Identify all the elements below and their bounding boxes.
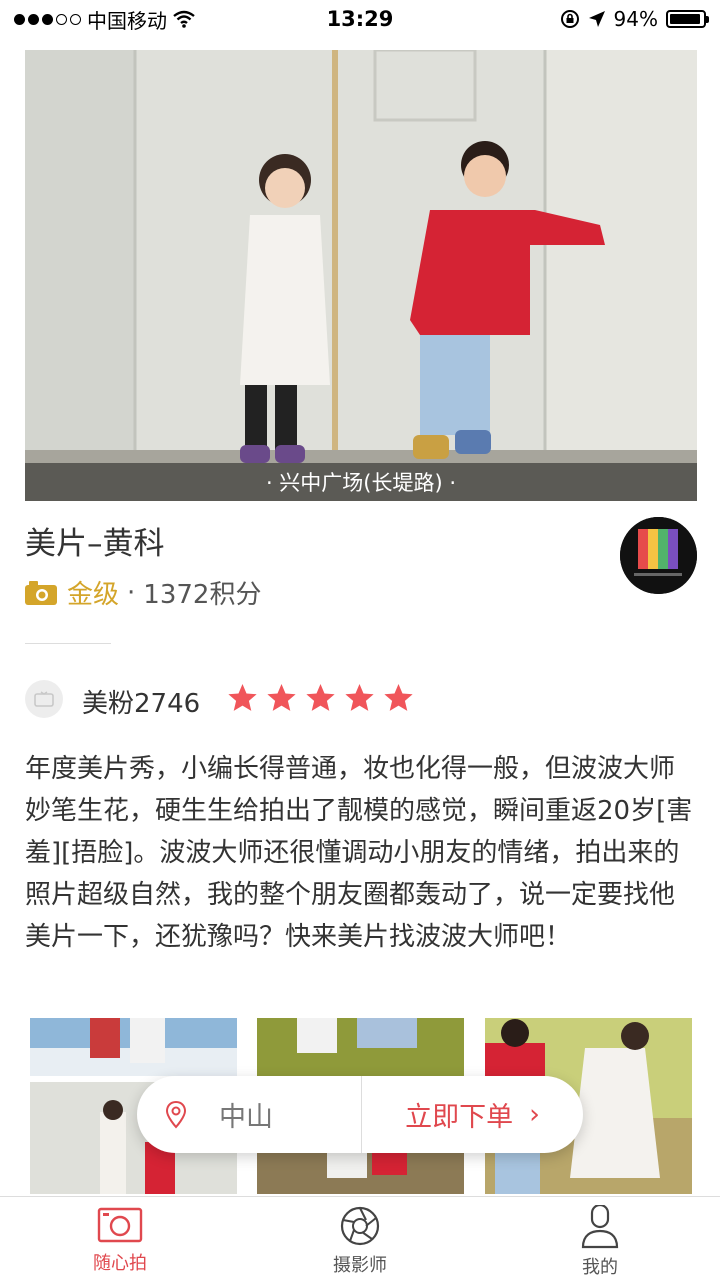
- chevron-right-icon: ›: [529, 1099, 540, 1130]
- location-arrow-icon: [588, 11, 605, 27]
- battery-fill: [670, 14, 701, 24]
- tab-label-photographer: 摄影师: [333, 1255, 387, 1276]
- star-icon: [228, 684, 257, 711]
- tab-mine[interactable]: 我的: [480, 1197, 720, 1280]
- studio-title: 美片–黄科: [25, 526, 165, 562]
- tab-suixinpai[interactable]: 随心拍: [0, 1197, 240, 1280]
- location-selector[interactable]: 中山: [137, 1076, 361, 1153]
- grid-photo-4[interactable]: [257, 1153, 464, 1194]
- city-label: 中山: [219, 1102, 273, 1133]
- level-row: 金级 · 1372积分: [25, 574, 261, 611]
- gold-camera-icon: [25, 580, 57, 605]
- rating-stars: [226, 682, 415, 714]
- location-pin-icon: [165, 1100, 187, 1128]
- tv-placeholder-icon: [34, 691, 54, 707]
- wifi-icon: [173, 10, 195, 28]
- signal-strength-icon: [14, 13, 81, 25]
- section-divider: [25, 643, 111, 644]
- reviewer-avatar[interactable]: [25, 680, 63, 718]
- status-bar: 中国移动 13:29 94%: [0, 0, 720, 38]
- grid-photo-3[interactable]: [257, 1018, 464, 1076]
- grid-photo-3-image: [257, 1018, 464, 1076]
- battery-icon: [666, 10, 709, 28]
- grid-photo-4-image: [257, 1153, 464, 1194]
- hero-photo[interactable]: · 兴中广场(长堤路) ·: [25, 50, 697, 501]
- grid-photo-1[interactable]: [30, 1018, 237, 1076]
- level-separator: ·: [127, 577, 136, 608]
- order-bar: 中山 立即下单 ›: [137, 1076, 583, 1153]
- person-icon: [581, 1205, 619, 1249]
- grid-photo-1-image: [30, 1018, 237, 1076]
- status-time: 13:29: [326, 7, 394, 31]
- status-left: 中国移动: [14, 5, 274, 34]
- studio-logo: [620, 517, 697, 594]
- status-right: 94%: [446, 7, 709, 31]
- star-icon: [345, 684, 374, 711]
- order-now-button[interactable]: 立即下单 ›: [362, 1076, 583, 1153]
- level-badge: 金级: [67, 580, 120, 610]
- location-caption: · 兴中广场(长堤路) ·: [25, 463, 697, 501]
- aperture-icon: [340, 1206, 380, 1246]
- tab-bar: 随心拍 摄影师 我的: [0, 1196, 720, 1280]
- points-text: 1372积分: [143, 580, 262, 610]
- studio-avatar[interactable]: [620, 517, 697, 594]
- reviewer-name: 美粉2746: [82, 689, 201, 719]
- rotation-lock-icon: [560, 10, 579, 28]
- tab-photographer[interactable]: 摄影师: [240, 1197, 480, 1280]
- star-icon: [384, 684, 413, 711]
- carrier-name: 中国移动: [87, 8, 167, 33]
- tab-label-mine: 我的: [582, 1257, 618, 1278]
- battery-percent: 94%: [613, 7, 658, 31]
- hero-photo-illustration: [25, 50, 697, 501]
- star-icon: [306, 684, 335, 711]
- tab-label-suixinpai: 随心拍: [93, 1253, 147, 1274]
- order-now-label: 立即下单: [405, 1102, 514, 1133]
- star-icon: [267, 684, 296, 711]
- camera-icon: [97, 1207, 143, 1243]
- review-text: 年度美片秀，小编长得普通，妆也化得一般，但波波大师妙笔生花，硬生生给拍出了靓模的…: [25, 754, 693, 952]
